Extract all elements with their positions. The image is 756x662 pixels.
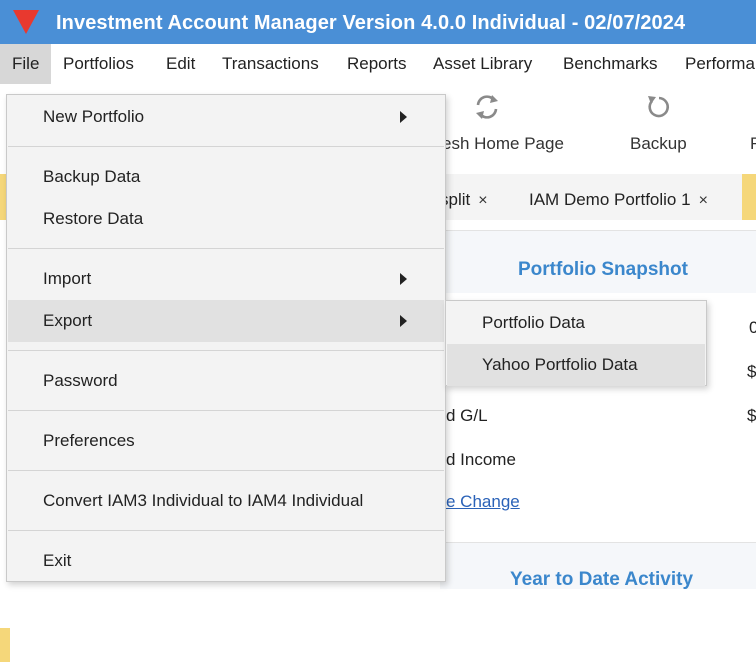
snapshot-value: $	[747, 362, 756, 381]
close-icon[interactable]: ×	[478, 181, 487, 221]
tab-strip-accent-right	[742, 174, 756, 220]
menu-separator	[8, 248, 444, 249]
menu-bar: File Portfolios Edit Transactions Report…	[0, 44, 756, 85]
menu-separator	[8, 410, 444, 411]
tab-iam-demo-portfolio-1-label: IAM Demo Portfolio 1	[529, 190, 691, 209]
menu-item-export[interactable]: Export	[8, 300, 444, 342]
submenu-arrow-icon	[400, 315, 407, 327]
backup-icon	[648, 96, 669, 118]
menu-item-restore-data[interactable]: Restore Data	[8, 198, 444, 240]
toolbar-next-label: F	[750, 134, 756, 153]
submenu-item-label: Yahoo Portfolio Data	[482, 355, 638, 374]
menu-item-label: Password	[43, 371, 118, 390]
close-icon[interactable]: ×	[699, 181, 708, 221]
menu-reports[interactable]: Reports	[347, 44, 407, 84]
export-submenu: Portfolio Data Yahoo Portfolio Data	[445, 300, 707, 386]
menu-item-label: New Portfolio	[43, 107, 145, 126]
menu-item-label: Exit	[43, 551, 72, 570]
menu-portfolios[interactable]: Portfolios	[63, 44, 134, 84]
menu-item-label: Backup Data	[43, 167, 141, 186]
portfolio-snapshot-header: Portfolio Snapshot	[440, 230, 756, 293]
year-to-date-header: Year to Date Activity	[440, 542, 756, 590]
submenu-item-label: Portfolio Data	[482, 313, 585, 332]
submenu-arrow-icon	[400, 111, 407, 123]
menu-edit[interactable]: Edit	[166, 44, 195, 84]
portfolio-snapshot-title: Portfolio Snapshot	[518, 259, 688, 280]
backup-button[interactable]: Backup	[620, 84, 700, 174]
snapshot-value: $	[747, 406, 756, 425]
menu-item-label: Import	[43, 269, 92, 288]
submenu-item-yahoo-portfolio-data[interactable]: Yahoo Portfolio Data	[447, 344, 705, 386]
refresh-home-page-label: esh Home Page	[442, 134, 564, 153]
title-bar: Investment Account Manager Version 4.0.0…	[0, 0, 756, 44]
menu-item-label: Convert IAM3 Individual to IAM4 Individu…	[43, 491, 364, 510]
menu-item-label: Restore Data	[43, 209, 144, 228]
backup-label: Backup	[630, 134, 687, 153]
menu-item-convert-iam3[interactable]: Convert IAM3 Individual to IAM4 Individu…	[8, 480, 444, 522]
menu-benchmarks[interactable]: Benchmarks	[563, 44, 657, 84]
menu-item-preferences[interactable]: Preferences	[8, 420, 444, 462]
snapshot-value: 0	[749, 318, 756, 337]
menu-item-password[interactable]: Password	[8, 360, 444, 402]
change-link[interactable]: e Change	[446, 492, 520, 512]
window-title: Investment Account Manager Version 4.0.0…	[56, 12, 686, 34]
menu-item-new-portfolio[interactable]: New Portfolio	[8, 96, 444, 138]
menu-item-exit[interactable]: Exit	[8, 540, 444, 582]
menu-file[interactable]: File	[0, 44, 52, 84]
left-accent	[0, 628, 10, 662]
menu-performance[interactable]: Performa	[685, 44, 755, 84]
toolbar-next-button[interactable]: F	[744, 84, 756, 174]
menu-separator	[8, 350, 444, 351]
menu-separator	[8, 470, 444, 471]
menu-asset-library[interactable]: Asset Library	[433, 44, 532, 84]
menu-item-backup-data[interactable]: Backup Data	[8, 156, 444, 198]
snapshot-label: d Income	[446, 450, 516, 469]
submenu-item-portfolio-data[interactable]: Portfolio Data	[447, 302, 705, 344]
menu-separator	[8, 530, 444, 531]
submenu-arrow-icon	[400, 273, 407, 285]
menu-separator	[8, 146, 444, 147]
file-menu-dropdown: New Portfolio Backup Data Restore Data I…	[6, 94, 446, 582]
menu-item-import[interactable]: Import	[8, 258, 444, 300]
refresh-icon	[476, 95, 498, 119]
menu-item-label: Preferences	[43, 431, 135, 450]
tab-iam-demo-portfolio-1[interactable]: IAM Demo Portfolio 1 ×	[529, 180, 708, 220]
snapshot-label: d G/L	[446, 406, 488, 425]
menu-transactions[interactable]: Transactions	[222, 44, 319, 84]
app-logo-icon	[13, 10, 39, 34]
menu-item-label: Export	[43, 311, 93, 330]
tab-split[interactable]: split ×	[440, 180, 488, 220]
